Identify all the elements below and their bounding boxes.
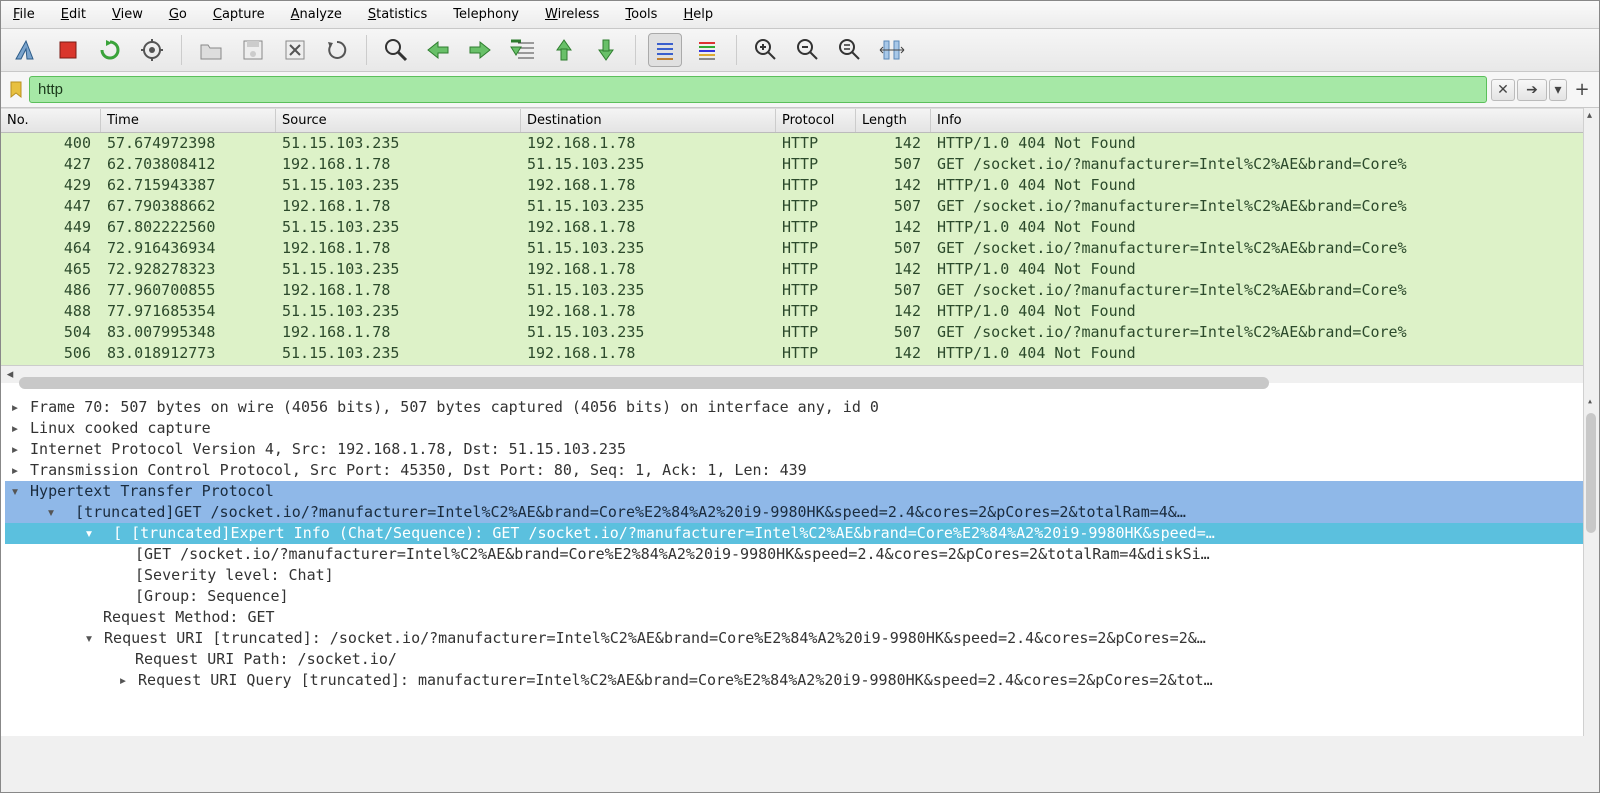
- packet-row[interactable]: 50683.01891277351.15.103.235192.168.1.78…: [1, 343, 1599, 364]
- packet-list-vscrollbar[interactable]: ▴: [1583, 108, 1599, 393]
- detail-http-get-line[interactable]: ▾ [truncated]GET /socket.io/?manufacture…: [5, 502, 1595, 523]
- column-header-no[interactable]: No.: [1, 109, 101, 132]
- detail-ip[interactable]: ▸ Internet Protocol Version 4, Src: 192.…: [5, 439, 1595, 460]
- open-file-icon[interactable]: [194, 33, 228, 67]
- menu-wireless[interactable]: Wireless: [541, 5, 603, 24]
- detail-request-method[interactable]: Request Method: GET: [5, 607, 1595, 628]
- scroll-up-icon[interactable]: ▴: [1587, 396, 1593, 407]
- colorize-icon[interactable]: [690, 33, 724, 67]
- packet-row[interactable]: 44967.80222256051.15.103.235192.168.1.78…: [1, 217, 1599, 238]
- detail-request-uri-path[interactable]: Request URI Path: /socket.io/: [5, 649, 1595, 670]
- packet-details-pane[interactable]: ▸ Frame 70: 507 bytes on wire (4056 bits…: [1, 393, 1599, 736]
- packet-list-header: No. Time Source Destination Protocol Len…: [1, 108, 1599, 133]
- menu-capture[interactable]: Capture: [209, 5, 269, 24]
- detail-tcp[interactable]: ▸ Transmission Control Protocol, Src Por…: [5, 460, 1595, 481]
- detail-request-uri-query[interactable]: ▸ Request URI Query [truncated]: manufac…: [5, 670, 1595, 691]
- menu-telephony[interactable]: Telephony: [449, 5, 523, 24]
- menu-bar: File Edit View Go Capture Analyze Statis…: [1, 1, 1599, 29]
- detail-get-full[interactable]: [GET /socket.io/?manufacturer=Intel%C2%A…: [5, 544, 1595, 565]
- detail-frame[interactable]: ▸ Frame 70: 507 bytes on wire (4056 bits…: [5, 397, 1595, 418]
- display-filter-bar: ✕ ➔ ▾ +: [1, 72, 1599, 108]
- restart-capture-icon[interactable]: [93, 33, 127, 67]
- scroll-left-icon[interactable]: ◂: [1, 366, 19, 384]
- apply-filter-icon[interactable]: ➔: [1517, 79, 1547, 101]
- menu-help[interactable]: Help: [679, 5, 717, 24]
- toolbar-separator: [635, 35, 636, 65]
- column-header-info[interactable]: Info: [931, 109, 1599, 132]
- go-first-packet-icon[interactable]: [547, 33, 581, 67]
- scroll-up-icon[interactable]: ▴: [1587, 110, 1592, 121]
- menu-view[interactable]: View: [108, 5, 147, 24]
- auto-scroll-icon[interactable]: [648, 33, 682, 67]
- main-toolbar: [1, 29, 1599, 72]
- detail-severity[interactable]: [Severity level: Chat]: [5, 565, 1595, 586]
- packet-row[interactable]: 40057.67497239851.15.103.235192.168.1.78…: [1, 133, 1599, 154]
- packet-row[interactable]: 50483.007995348192.168.1.7851.15.103.235…: [1, 322, 1599, 343]
- toolbar-separator: [366, 35, 367, 65]
- go-last-packet-icon[interactable]: [589, 33, 623, 67]
- zoom-reset-icon[interactable]: [833, 33, 867, 67]
- zoom-in-icon[interactable]: [749, 33, 783, 67]
- go-back-icon[interactable]: [421, 33, 455, 67]
- packet-row[interactable]: 46472.916436934192.168.1.7851.15.103.235…: [1, 238, 1599, 259]
- detail-expert-info[interactable]: ▾ [ [truncated]Expert Info (Chat/Sequenc…: [5, 523, 1595, 544]
- zoom-out-icon[interactable]: [791, 33, 825, 67]
- detail-request-uri[interactable]: ▾ Request URI [truncated]: /socket.io/?m…: [5, 628, 1595, 649]
- find-packet-icon[interactable]: [379, 33, 413, 67]
- save-file-icon[interactable]: [236, 33, 270, 67]
- menu-go[interactable]: Go: [165, 5, 191, 24]
- go-forward-icon[interactable]: [463, 33, 497, 67]
- clear-filter-icon[interactable]: ✕: [1491, 79, 1515, 101]
- packet-row[interactable]: 44767.790388662192.168.1.7851.15.103.235…: [1, 196, 1599, 217]
- go-to-packet-icon[interactable]: [505, 33, 539, 67]
- packet-row[interactable]: 42962.71594338751.15.103.235192.168.1.78…: [1, 175, 1599, 196]
- packet-row[interactable]: 42762.703808412192.168.1.7851.15.103.235…: [1, 154, 1599, 175]
- packet-row[interactable]: 48677.960700855192.168.1.7851.15.103.235…: [1, 280, 1599, 301]
- capture-options-icon[interactable]: [135, 33, 169, 67]
- toolbar-separator: [181, 35, 182, 65]
- menu-edit[interactable]: Edit: [57, 5, 90, 24]
- packet-list-pane: No. Time Source Destination Protocol Len…: [1, 108, 1599, 393]
- menu-file[interactable]: File: [9, 5, 39, 24]
- menu-tools[interactable]: Tools: [621, 5, 661, 24]
- column-header-length[interactable]: Length: [856, 109, 931, 132]
- filter-dropdown-icon[interactable]: ▾: [1549, 79, 1567, 101]
- packet-row[interactable]: 46572.92827832351.15.103.235192.168.1.78…: [1, 259, 1599, 280]
- menu-statistics[interactable]: Statistics: [364, 5, 431, 24]
- column-header-protocol[interactable]: Protocol: [776, 109, 856, 132]
- add-filter-button[interactable]: +: [1571, 79, 1593, 101]
- resize-columns-icon[interactable]: [875, 33, 909, 67]
- display-filter-input[interactable]: [29, 76, 1487, 103]
- bookmark-filter-icon[interactable]: [7, 81, 25, 99]
- detail-http[interactable]: ▾ Hypertext Transfer Protocol: [5, 481, 1595, 502]
- packet-list-body[interactable]: 40057.67497239851.15.103.235192.168.1.78…: [1, 133, 1599, 365]
- column-header-source[interactable]: Source: [276, 109, 521, 132]
- column-header-destination[interactable]: Destination: [521, 109, 776, 132]
- stop-capture-icon[interactable]: [51, 33, 85, 67]
- column-header-time[interactable]: Time: [101, 109, 276, 132]
- detail-group[interactable]: [Group: Sequence]: [5, 586, 1595, 607]
- packet-row[interactable]: 48877.97168535451.15.103.235192.168.1.78…: [1, 301, 1599, 322]
- details-vscrollbar[interactable]: ▴: [1583, 393, 1599, 736]
- shark-fin-icon[interactable]: [9, 33, 43, 67]
- detail-linux-cooked[interactable]: ▸ Linux cooked capture: [5, 418, 1595, 439]
- packet-list-hscrollbar[interactable]: ◂ ▸: [1, 365, 1599, 383]
- reload-file-icon[interactable]: [320, 33, 354, 67]
- menu-analyze[interactable]: Analyze: [287, 5, 346, 24]
- toolbar-separator: [736, 35, 737, 65]
- close-file-icon[interactable]: [278, 33, 312, 67]
